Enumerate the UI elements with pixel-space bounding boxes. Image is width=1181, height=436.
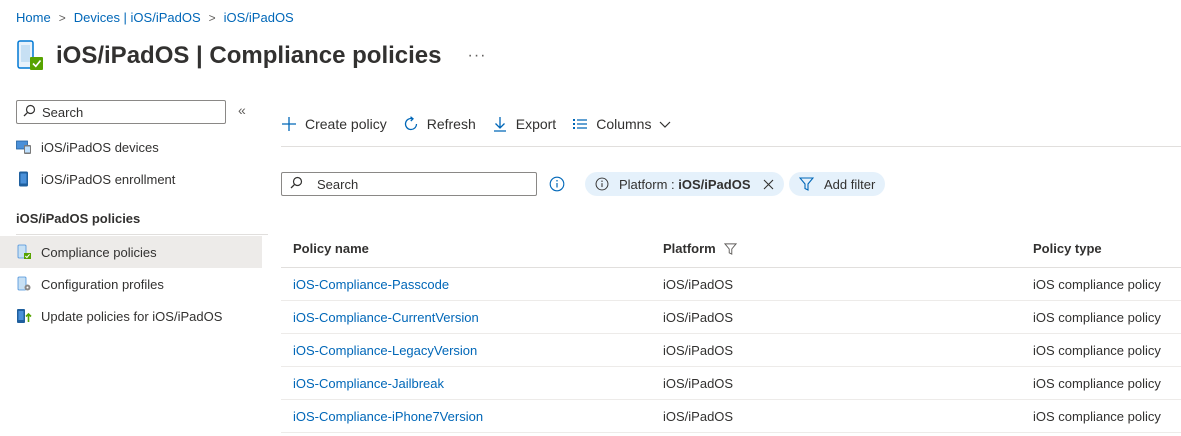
page-title: iOS/iPadOS | Compliance policies [56,42,442,70]
columns-label: Columns [596,116,652,132]
create-policy-button[interactable]: Create policy [281,116,387,132]
page-title-strong: iOS/iPadOS [56,42,190,69]
table-row[interactable]: iOS-Compliance-Jailbreak iOS/iPadOS iOS … [281,367,1181,400]
info-icon [595,177,609,191]
filter-icon [799,177,814,191]
more-options-button[interactable]: ··· [468,47,487,65]
platform-filter-value: iOS/iPadOS [678,176,751,192]
sidebar-item-label: Configuration profiles [41,276,164,292]
sidebar-item-ios-devices[interactable]: iOS/iPadOS devices [0,131,262,163]
search-icon [23,104,36,120]
devices-icon [16,139,32,155]
column-header-platform-label: Platform [663,241,716,256]
refresh-icon [403,116,419,132]
download-icon [492,116,508,132]
sidebar-item-compliance-policies[interactable]: Compliance policies [0,236,262,268]
collapse-sidebar-button[interactable]: « [238,102,246,118]
breadcrumb-separator: > [208,10,216,25]
plus-icon [281,116,297,132]
refresh-button[interactable]: Refresh [403,116,476,132]
sidebar-search-input[interactable] [42,104,212,120]
platform-filter-prefix: Platform : [619,176,679,192]
close-icon[interactable] [763,179,774,190]
sidebar-item-label: Update policies for iOS/iPadOS [41,308,223,324]
breadcrumb-ios[interactable]: iOS/iPadOS [224,10,294,25]
policy-name-link[interactable]: iOS-Compliance-Passcode [281,277,651,292]
platform-filter-pill[interactable]: Platform : iOS/iPadOS [585,172,784,196]
breadcrumb-devices[interactable]: Devices | iOS/iPadOS [74,10,201,25]
policy-platform: iOS/iPadOS [663,408,734,424]
policy-platform: iOS/iPadOS [663,309,734,325]
columns-button[interactable]: Columns [572,116,671,132]
table-row[interactable]: iOS-Compliance-LegacyVersion iOS/iPadOS … [281,334,1181,367]
policy-type: iOS compliance policy [1033,408,1161,424]
filter-icon[interactable] [723,242,737,255]
columns-list-icon [572,116,588,132]
phone-icon [16,171,32,187]
refresh-label: Refresh [426,116,476,132]
policy-search-input[interactable] [317,176,517,192]
column-header-policy-name[interactable]: Policy name [281,241,651,256]
search-icon [290,176,303,192]
policy-platform: iOS/iPadOS [663,276,734,292]
breadcrumb-separator: > [58,10,66,25]
page-header: iOS/iPadOS | Compliance policies ··· [16,38,486,74]
policy-platform: iOS/iPadOS [663,342,734,358]
policy-type: iOS compliance policy [1033,342,1161,358]
table-row[interactable]: iOS-Compliance-iPhone7Version iOS/iPadOS… [281,400,1181,433]
sidebar-section-title: iOS/iPadOS policies [16,211,141,226]
policy-name-link[interactable]: iOS-Compliance-Jailbreak [281,376,651,391]
create-policy-label: Create policy [305,116,387,132]
divider [16,234,268,235]
policy-name-link[interactable]: iOS-Compliance-iPhone7Version [281,409,651,424]
breadcrumb-home[interactable]: Home [16,10,51,25]
policy-platform: iOS/iPadOS [663,375,734,391]
sidebar-item-update-policies[interactable]: Update policies for iOS/iPadOS [0,300,262,332]
divider [281,146,1181,147]
sidebar-item-ios-enrollment[interactable]: iOS/iPadOS enrollment [0,163,262,195]
compliance-icon [16,244,32,260]
policy-type: iOS compliance policy [1033,309,1161,325]
policy-name-link[interactable]: iOS-Compliance-LegacyVersion [281,343,651,358]
policy-type: iOS compliance policy [1033,375,1161,391]
config-profile-icon [16,276,32,292]
table-header: Policy name Platform Policy type [281,230,1181,268]
update-icon [16,308,32,324]
info-icon[interactable] [549,176,565,195]
breadcrumb: Home > Devices | iOS/iPadOS > iOS/iPadOS [16,10,294,25]
command-bar: Create policy Refresh Export Columns [281,110,687,138]
policy-search-box[interactable] [281,172,537,196]
column-header-platform[interactable]: Platform [651,241,1021,256]
export-label: Export [515,116,557,132]
sidebar-item-label: iOS/iPadOS enrollment [41,171,176,187]
policy-name-link[interactable]: iOS-Compliance-CurrentVersion [281,310,651,325]
policies-table: Policy name Platform Policy type iOS-Com… [281,230,1181,433]
export-button[interactable]: Export [492,116,556,132]
add-filter-label: Add filter [824,176,876,192]
table-row[interactable]: iOS-Compliance-Passcode iOS/iPadOS iOS c… [281,268,1181,301]
page-title-rest: | Compliance policies [189,42,442,69]
compliance-device-icon [16,38,46,74]
sidebar-item-configuration-profiles[interactable]: Configuration profiles [0,268,262,300]
column-header-policy-type[interactable]: Policy type [1021,241,1181,256]
sidebar-search-box[interactable] [16,100,226,124]
sidebar-item-label: Compliance policies [41,244,157,260]
policy-type: iOS compliance policy [1033,276,1161,292]
chevron-down-icon [659,118,671,130]
add-filter-button[interactable]: Add filter [789,172,886,196]
sidebar-item-label: iOS/iPadOS devices [41,139,159,155]
table-row[interactable]: iOS-Compliance-CurrentVersion iOS/iPadOS… [281,301,1181,334]
